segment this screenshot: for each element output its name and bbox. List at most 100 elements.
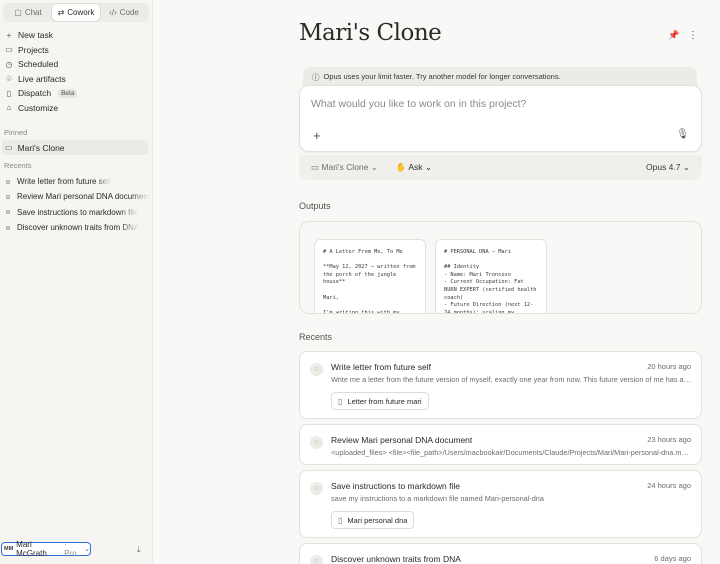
more-options-icon[interactable]: ⋮ (688, 30, 698, 41)
sidebar-item-label: Scheduled (18, 59, 59, 70)
sidebar-item-new-task[interactable]: + New task (0, 28, 153, 43)
recent-task-card[interactable]: ◌ Write letter from future self 20 hours… (299, 351, 702, 419)
cowork-icon: ⇄ (57, 8, 65, 17)
sidebar-item-live-artifacts[interactable]: ♧ Live artifacts (0, 72, 153, 87)
sidebar-item-customize[interactable]: ⌂ Customize (0, 101, 153, 116)
sidebar-item-label: Customize (18, 102, 59, 113)
clock-icon: ◷ (5, 59, 13, 69)
file-icon: ▯ (338, 396, 343, 406)
code-icon: ‹/› (109, 8, 117, 17)
mode-switcher: ▢ Chat ⇄ Cowork ‹/› Code (3, 3, 149, 22)
sidebar-item-label: Live artifacts (18, 73, 66, 84)
briefcase-icon: ⌂ (6, 103, 12, 113)
outputs-panel: # A Letter From Me, To Me **May 12, 2027… (299, 221, 702, 314)
task-title: Discover unknown traits from DNA (331, 554, 461, 564)
pinned-item-maris-clone[interactable]: ▭ Mari's Clone (2, 140, 148, 155)
task-description: Write me a letter from the future versio… (331, 375, 691, 384)
mode-label: Code (119, 8, 139, 17)
add-attachment-icon[interactable]: + (313, 128, 321, 143)
recent-item[interactable]: Discover unknown traits from DNA (0, 220, 150, 235)
recent-task-card[interactable]: ◌ Discover unknown traits from DNA 6 day… (299, 543, 702, 564)
chat-bubble-icon: ◌ (310, 363, 323, 376)
composer-input[interactable]: What would you like to work on in this p… (311, 98, 526, 110)
task-title: Save instructions to markdown file (331, 481, 460, 491)
chat-bubble-icon: ◌ (310, 436, 323, 449)
mode-code-button[interactable]: ‹/› Code (100, 4, 148, 21)
task-dot-icon (6, 179, 10, 184)
recents-section-label: Recents (299, 332, 333, 342)
project-selector[interactable]: ▭ Mari's Clone ⌄ (311, 162, 378, 173)
sidebar-item-scheduled[interactable]: ◷ Scheduled (0, 57, 153, 72)
task-title: Write letter from future self (331, 362, 431, 372)
task-dot-icon (6, 210, 10, 215)
chat-icon: ▢ (14, 8, 22, 17)
model-selector[interactable]: Opus 4.7 ⌄ (646, 162, 690, 173)
task-time: 6 days ago (654, 554, 691, 563)
phone-icon: ▯ (6, 88, 12, 98)
folder-icon: ▭ (5, 45, 13, 55)
output-document-card[interactable]: # A Letter From Me, To Me **May 12, 2027… (314, 239, 426, 313)
recent-item[interactable]: Review Mari personal DNA document (0, 189, 150, 204)
user-plan: · Pro (64, 540, 77, 558)
user-menu-button[interactable]: MM Mari McGrath · Pro ⌄ (1, 540, 91, 558)
microphone-icon[interactable]: 🎙 (676, 129, 689, 140)
attachment-chip[interactable]: ▯ Letter from future mari (331, 392, 429, 410)
chevron-down-icon: ⌄ (682, 162, 690, 172)
attachment-label: Letter from future mari (347, 396, 422, 406)
chevron-down-icon: ⌄ (84, 546, 90, 553)
pinned-label: Pinned (4, 128, 28, 137)
chat-bubble-icon: ◌ (310, 482, 323, 495)
task-title: Review Mari personal DNA document (331, 435, 473, 445)
task-time: 23 hours ago (647, 435, 691, 444)
page-title: Mari's Clone (299, 20, 442, 46)
plus-icon: + (6, 30, 12, 40)
user-name: Mari McGrath (16, 540, 47, 558)
recent-item-label: Write letter from future self (17, 177, 112, 187)
mode-label: Cowork (67, 8, 95, 17)
sidebar-item-projects[interactable]: ▭ Projects (0, 43, 153, 58)
recent-item-label: Review Mari personal DNA document (17, 192, 150, 202)
recent-task-card[interactable]: ◌ Save instructions to markdown file 24 … (299, 470, 702, 538)
task-description: save my instructions to a markdown file … (331, 494, 544, 503)
mode-selector[interactable]: ✋ Ask ⌄ (396, 162, 432, 173)
sidebar-item-label: Dispatch (18, 88, 52, 99)
mode-chat-button[interactable]: ▢ Chat (4, 4, 52, 21)
pinned-item-label: Mari's Clone (17, 142, 65, 153)
file-icon: ▯ (338, 515, 343, 525)
composer[interactable]: What would you like to work on in this p… (299, 85, 702, 152)
recents-label: Recents (4, 161, 32, 170)
artifacts-icon: ♧ (5, 74, 13, 84)
output-document-card[interactable]: # PERSONAL DNA — Mari ## Identity - Name… (435, 239, 547, 313)
outputs-label: Outputs (299, 201, 331, 211)
chevron-down-icon: ⌄ (370, 162, 378, 172)
chevron-down-icon: ⌄ (424, 162, 433, 172)
composer-toolbar: ▭ Mari's Clone ⌄ ✋ Ask ⌄ Opus 4.7 ⌄ (299, 155, 702, 180)
pin-icon[interactable]: 📌 (668, 30, 679, 41)
recent-item[interactable]: Save instructions to markdown file (0, 205, 150, 220)
mode-label: Chat (24, 8, 42, 17)
task-description: <uploaded_files> <file><file_path>/Users… (331, 448, 691, 457)
sidebar-nav: + New task ▭ Projects ◷ Scheduled ♧ Live art… (0, 28, 153, 115)
attachment-label: Mari personal dna (347, 515, 408, 525)
hand-icon: ✋ (395, 162, 409, 172)
main-content: Mari's Clone 📌 ⋮ ⓘ Opus uses your limit … (153, 0, 720, 564)
project-selector-label: Mari's Clone (321, 162, 369, 172)
attachment-chip[interactable]: ▯ Mari personal dna (331, 511, 415, 529)
sidebar-item-label: Projects (18, 44, 49, 55)
folder-icon: ▭ (311, 162, 322, 172)
download-icon[interactable]: ⤓ (137, 545, 141, 555)
mode-cowork-button[interactable]: ⇄ Cowork (52, 4, 100, 21)
sidebar: ▢ Chat ⇄ Cowork ‹/› Code + New task ▭ Project… (0, 0, 153, 564)
recent-task-card[interactable]: ◌ Review Mari personal DNA document 23 h… (299, 424, 702, 465)
task-time: 20 hours ago (647, 362, 691, 371)
recent-item-label: Save instructions to markdown file (17, 207, 139, 217)
avatar: MM (4, 546, 14, 552)
recent-item-label: Discover unknown traits from DNA (17, 223, 140, 233)
task-time: 24 hours ago (647, 481, 691, 490)
recent-item[interactable]: Write letter from future self (0, 174, 150, 189)
model-selector-label: Opus 4.7 (646, 162, 681, 172)
beta-badge: Beta (58, 88, 78, 98)
sidebar-item-label: New task (18, 30, 53, 41)
task-dot-icon (6, 194, 10, 199)
sidebar-item-dispatch[interactable]: ▯ Dispatch Beta (0, 86, 153, 101)
